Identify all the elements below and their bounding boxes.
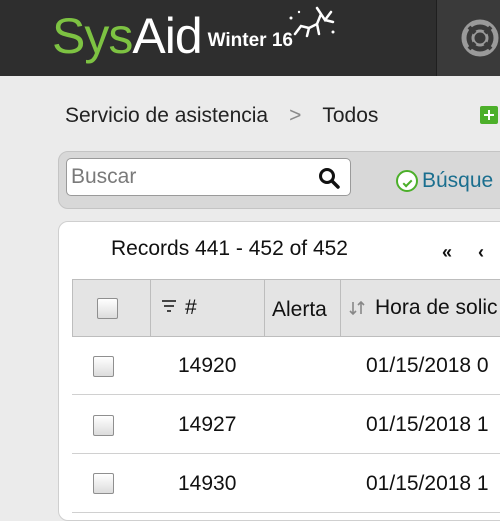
column-number-label: # [185,296,197,319]
header-request-time[interactable]: Hora de solic [341,280,500,336]
column-time-label: Hora de solic [375,296,498,319]
search-input[interactable] [71,163,311,191]
logo-sys-text: Sys [52,8,133,64]
records-count: Records 441 - 452 of 452 [111,237,348,260]
table-row[interactable]: 14930 01/15/2018 1 [72,455,500,513]
search-box[interactable] [66,158,351,196]
row-checkbox[interactable] [93,473,114,494]
breadcrumb-separator: > [289,104,302,127]
plus-icon[interactable] [480,106,498,124]
row-id[interactable]: 14930 [178,472,236,496]
header-select-cell [73,280,151,336]
first-page-button[interactable]: « [442,242,452,263]
logo-aid-text: Aid [132,8,202,64]
search-icon[interactable] [318,167,340,189]
breadcrumb-helpdesk[interactable]: Servicio de asistencia [65,104,268,128]
row-time: 01/15/2018 1 [366,413,489,436]
sysaid-logo[interactable]: Sys Aid Winter 16 [52,4,293,64]
breadcrumb: Servicio de asistencia > Todos [65,104,378,128]
table-header: # Alerta Hora de solic [72,279,500,337]
row-checkbox[interactable] [93,356,114,377]
row-time: 01/15/2018 1 [366,472,489,495]
sort-icon [349,300,365,316]
header-alert[interactable]: Alerta [265,280,341,336]
prev-page-button[interactable]: ‹ [478,242,484,263]
reindeer-icon [289,6,335,38]
row-checkbox[interactable] [93,415,114,436]
advanced-search-button[interactable]: Búsque [396,169,493,193]
advanced-search-label: Búsque [422,169,494,192]
row-time: 01/15/2018 0 [366,354,489,377]
breadcrumb-all[interactable]: Todos [322,104,378,128]
logo-season-text: Winter 16 [207,30,293,51]
lifebuoy-icon[interactable] [460,18,500,58]
table-row[interactable]: 14927 01/15/2018 1 [72,396,500,454]
header-number[interactable]: # [151,280,265,336]
sort-desc-icon [162,300,176,312]
row-id[interactable]: 14927 [178,413,236,437]
row-id[interactable]: 14920 [178,354,236,378]
column-alert-label: Alerta [272,298,327,321]
check-circle-icon [396,170,418,192]
table-row[interactable]: 14920 01/15/2018 0 [72,337,500,395]
select-all-checkbox[interactable] [97,298,118,319]
